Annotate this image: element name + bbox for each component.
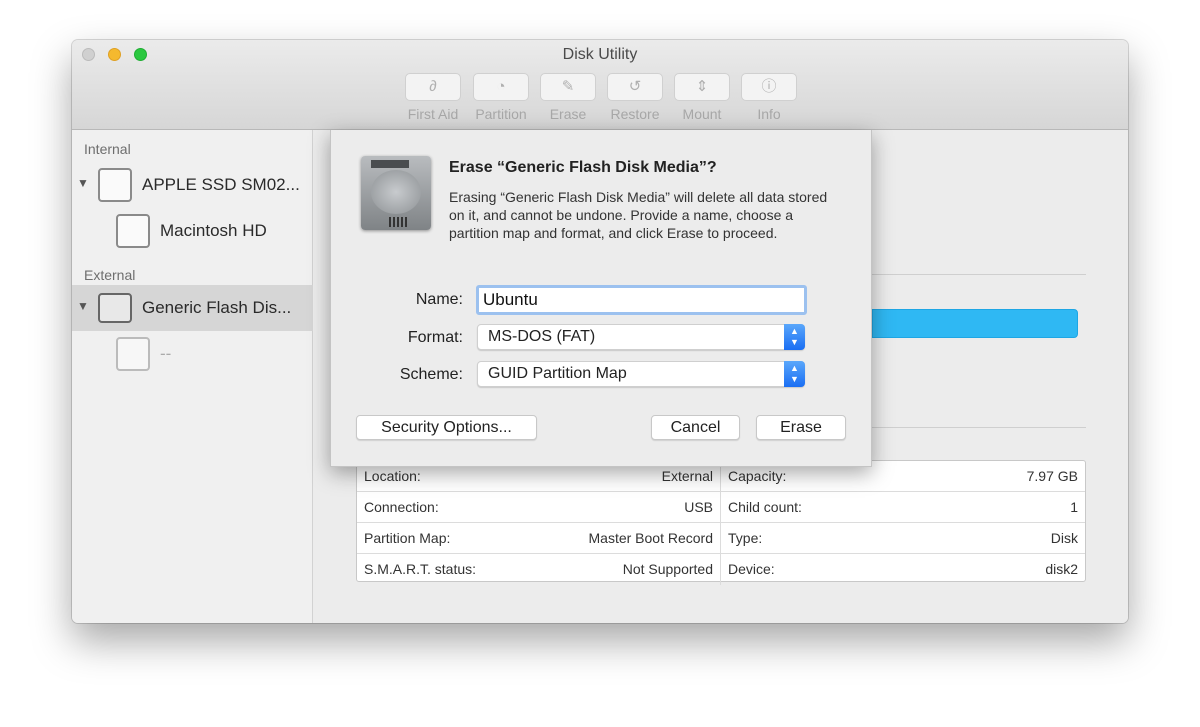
section-external: External <box>84 267 136 283</box>
name-input[interactable]: Ubuntu <box>476 285 807 315</box>
sidebar: Internal ▼ APPLE SSD SM02... Macintosh HD… <box>72 130 313 623</box>
info-value: Disk <box>1050 530 1078 546</box>
info-key: Type: <box>728 530 763 546</box>
external-disk-icon <box>98 293 132 323</box>
info-row: Type: Disk <box>721 523 1085 554</box>
sidebar-item-label: APPLE SSD SM02... <box>142 175 300 194</box>
partition-label: Partition <box>475 106 527 122</box>
mount-label: Mount <box>682 106 722 122</box>
info-label: Info <box>757 106 781 122</box>
scheme-label: Scheme: <box>399 366 463 383</box>
info-key: Device: <box>728 561 775 577</box>
info-row: Connection: USB <box>357 492 721 523</box>
info-value: 1 <box>1070 499 1078 515</box>
stethoscope-icon: ∂ <box>405 73 461 101</box>
erase-dialog: Erase “Generic Flash Disk Media”? Erasin… <box>330 130 872 467</box>
mount-button[interactable]: ⇕ Mount <box>674 73 730 122</box>
cancel-button[interactable]: Cancel <box>651 415 740 440</box>
info-button[interactable]: ⓘ Info <box>741 73 797 122</box>
erase-icon: ✎ <box>540 73 596 101</box>
erase-button[interactable]: Erase <box>756 415 846 440</box>
usage-bar <box>872 309 1078 338</box>
volume-icon <box>116 214 150 248</box>
chevron-up-down-icon: ▲ ▼ <box>784 324 805 350</box>
internal-disk-icon <box>98 168 132 202</box>
restore-icon: ↺ <box>607 73 663 101</box>
partition-icon: ◔ <box>473 73 529 101</box>
dialog-message: Erasing “Generic Flash Disk Media” will … <box>449 189 828 241</box>
info-value: USB <box>684 499 713 515</box>
info-value: Not Supported <box>622 561 713 577</box>
disclosure-triangle-icon[interactable]: ▼ <box>77 176 89 190</box>
info-value: 7.97 GB <box>1026 468 1078 484</box>
toolbar: Disk Utility ∂ First Aid ◔ Partition ✎ Eras… <box>72 40 1128 130</box>
section-internal: Internal <box>84 141 131 157</box>
info-row: Partition Map: Master Boot Record <box>357 523 721 554</box>
scheme-value: GUID Partition Map <box>488 365 627 382</box>
erase-label: Erase <box>549 106 587 122</box>
sidebar-item-macintosh-hd[interactable]: Macintosh HD <box>72 208 313 254</box>
dialog-title: Erase “Generic Flash Disk Media”? <box>449 159 717 176</box>
sidebar-item-volume[interactable]: -- <box>72 331 313 377</box>
scheme-select[interactable]: GUID Partition Map ▲ ▼ <box>477 361 805 387</box>
info-row: S.M.A.R.T. status: Not Supported <box>357 554 721 585</box>
info-icon: ⓘ <box>741 73 797 101</box>
first-aid-label: First Aid <box>407 106 459 122</box>
name-label: Name: <box>415 291 463 308</box>
info-row: Child count: 1 <box>721 492 1085 523</box>
divider <box>872 427 1086 428</box>
info-value: Master Boot Record <box>588 530 714 546</box>
hard-disk-icon <box>361 156 431 230</box>
sidebar-item-label: Macintosh HD <box>160 221 267 240</box>
info-key: Connection: <box>364 499 439 515</box>
info-value: disk2 <box>1045 561 1078 577</box>
info-row: Device: disk2 <box>721 554 1085 585</box>
first-aid-button[interactable]: ∂ First Aid <box>405 73 461 122</box>
divider <box>872 274 1086 275</box>
partition-button[interactable]: ◔ Partition <box>473 73 529 122</box>
window-title: Disk Utility <box>562 46 638 63</box>
volume-icon <box>116 337 150 371</box>
restore-label: Restore <box>610 106 660 122</box>
sidebar-item-label: -- <box>160 344 172 363</box>
format-value: MS-DOS (FAT) <box>488 328 596 345</box>
chevron-up-down-icon: ▲ ▼ <box>784 361 805 387</box>
info-key: Partition Map: <box>364 530 451 546</box>
sidebar-item-label: Generic Flash Dis... <box>142 298 292 317</box>
sidebar-item-apple-ssd[interactable]: ▼ APPLE SSD SM02... <box>72 162 313 208</box>
mount-icon: ⇕ <box>674 73 730 101</box>
restore-button[interactable]: ↺ Restore <box>607 73 663 122</box>
info-key: S.M.A.R.T. status: <box>364 561 477 577</box>
erase-toolbar-button[interactable]: ✎ Erase <box>540 73 596 122</box>
disclosure-triangle-icon[interactable]: ▼ <box>77 299 89 313</box>
info-key: Child count: <box>728 499 802 515</box>
format-select[interactable]: MS-DOS (FAT) ▲ ▼ <box>477 324 805 350</box>
format-label: Format: <box>407 329 463 346</box>
info-table: Location: External Capacity: 7.97 GB Conne… <box>356 460 1086 585</box>
security-options-button[interactable]: Security Options... <box>356 415 537 440</box>
sidebar-item-generic-flash-disk[interactable]: ▼ Generic Flash Dis... <box>72 285 313 331</box>
